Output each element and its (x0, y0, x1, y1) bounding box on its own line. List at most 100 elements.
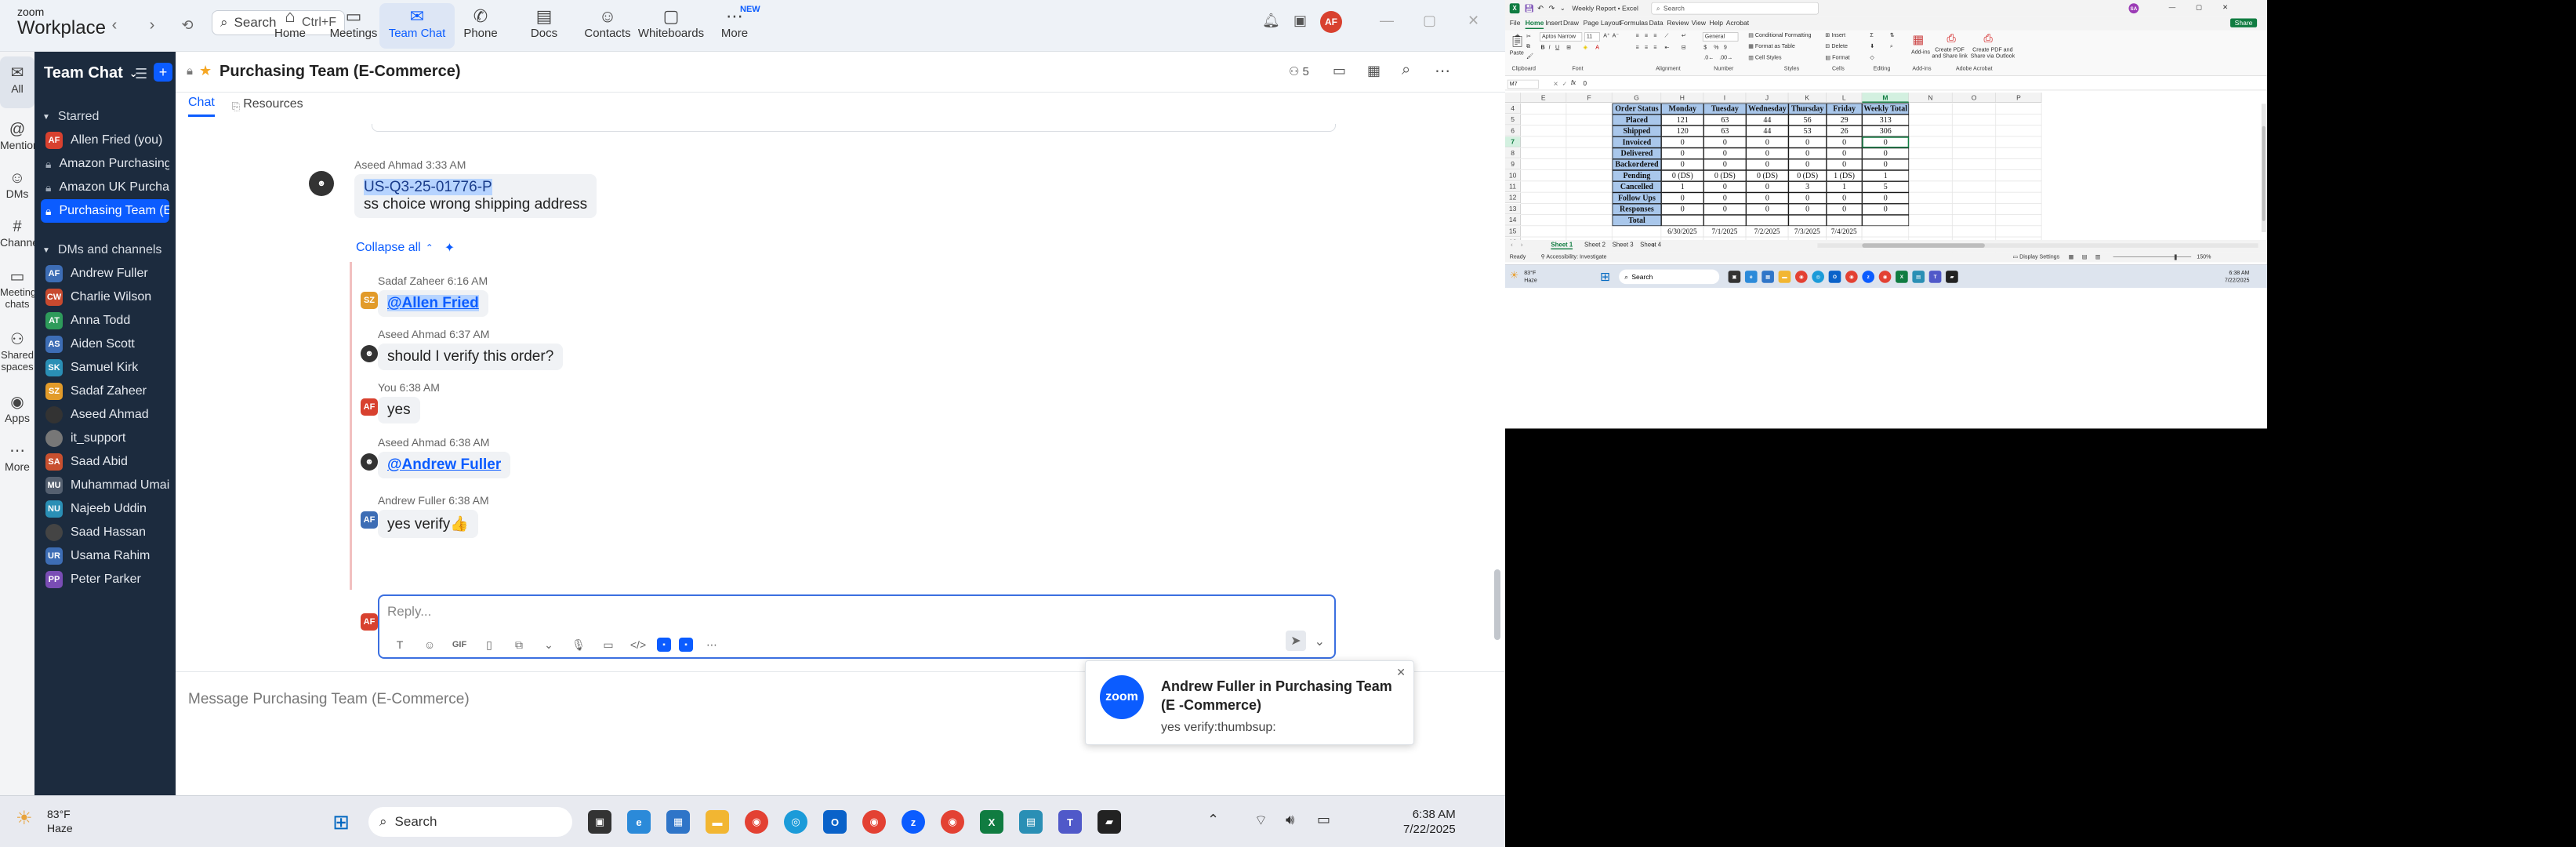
grid-cell[interactable] (1566, 214, 1613, 227)
zoom-level[interactable]: 150% (2197, 254, 2211, 260)
gif-icon[interactable]: GIF (448, 635, 470, 654)
maximize-icon[interactable]: ▢ (1423, 13, 1436, 29)
table-cell[interactable]: 313 (1862, 114, 1910, 126)
table-cell[interactable]: 0 (1746, 158, 1789, 171)
row-header[interactable]: 14 (1505, 214, 1521, 226)
grid-cell[interactable] (1520, 125, 1567, 137)
row-header[interactable]: 4 (1505, 103, 1521, 115)
grid-cell[interactable] (1909, 114, 1953, 126)
network-icon[interactable]: ⌔ (1254, 812, 1268, 830)
align-center-icon[interactable]: ≡ (1645, 45, 1648, 51)
table-cell[interactable]: 121 (1661, 114, 1704, 126)
column-header[interactable]: G (1612, 93, 1662, 103)
table-header-cell[interactable]: Thursday (1788, 103, 1827, 115)
table-cell[interactable]: 1 (1661, 181, 1704, 193)
table-header-cell[interactable]: Friday (1826, 103, 1863, 115)
teams-icon[interactable]: T (1058, 810, 1082, 834)
table-cell[interactable]: 0 (1826, 147, 1863, 159)
chrome-icon[interactable]: ◉ (1794, 271, 1808, 283)
sidebar-item-dm[interactable]: AT Anna Todd (41, 309, 169, 333)
grid-cell[interactable] (1952, 125, 1997, 137)
grid-cell[interactable] (1566, 181, 1613, 193)
table-cell[interactable]: 63 (1703, 125, 1747, 137)
taskview-icon[interactable]: ▣ (1728, 271, 1741, 283)
reply-input[interactable]: Reply... T ☺ GIF ▯ ⧉ ⌄ 🎙︎ ▭ </> ▪ ▪ ⋯ ➤ … (378, 594, 1336, 659)
battery-icon[interactable]: ▭ (1317, 812, 1330, 828)
grid-cell[interactable] (1862, 226, 1910, 238)
add-ins-button[interactable]: Add-ins (1911, 49, 1930, 56)
message-bubble[interactable]: yes (378, 397, 420, 424)
pdf-icon[interactable]: ⎙ (1947, 32, 1956, 45)
grid-cell[interactable] (1909, 125, 1953, 137)
format-as-table-button[interactable]: ▦ Format as Table (1748, 43, 1795, 49)
scrollbar[interactable] (1494, 569, 1500, 640)
more-dots-icon[interactable]: ⋯ (701, 635, 723, 654)
calculator-icon[interactable]: ▦ (1761, 271, 1774, 283)
grid-cell[interactable] (1952, 158, 1997, 171)
customize-icon[interactable]: ⌄ (1560, 4, 1566, 12)
windows-start-icon[interactable]: ⊞ (329, 810, 353, 834)
user-avatar[interactable]: AF (1320, 11, 1342, 33)
row-label-cell[interactable]: Pending (1612, 170, 1662, 182)
sort-filter-icon[interactable]: ⇅ (1890, 32, 1895, 38)
emoji-icon[interactable]: ☺ (419, 635, 441, 654)
row-label-cell[interactable]: Total (1612, 214, 1662, 227)
grid-cell[interactable] (1566, 147, 1613, 159)
mention-link[interactable]: @Andrew Fuller (387, 456, 501, 473)
table-cell[interactable]: 0 (1746, 147, 1789, 159)
file-explorer-icon[interactable]: ▬ (1778, 271, 1791, 283)
rail-meeting-chats[interactable]: ▭ Meeting chats (0, 267, 36, 310)
page-break-icon[interactable]: ▥ (2095, 254, 2101, 260)
row-label-cell[interactable]: Invoiced (1612, 136, 1662, 148)
wrap-text-icon[interactable]: ↵ (1682, 33, 1686, 39)
table-cell[interactable]: 26 (1826, 125, 1863, 137)
section-dms-channels[interactable]: ▼ DMs and channels (42, 243, 161, 257)
formula-input[interactable]: 0 (1584, 80, 1587, 87)
chrome-profile-2-icon[interactable]: ◉ (1878, 271, 1892, 283)
chrome-profile-icon[interactable]: ◉ (862, 810, 886, 834)
code-icon[interactable]: </> (627, 635, 649, 654)
ribbon-tab-home[interactable]: Home (1525, 19, 1544, 29)
table-cell[interactable]: 0 (DS) (1661, 170, 1704, 182)
ribbon-tab-view[interactable]: View (1692, 19, 1706, 27)
table-cell[interactable]: 56 (1788, 114, 1827, 126)
grid-cell[interactable] (1520, 226, 1567, 238)
table-cell[interactable]: 3 (1788, 181, 1827, 193)
close-icon[interactable]: ✕ (1468, 13, 1479, 29)
grid-cell[interactable] (1520, 103, 1567, 115)
column-header[interactable]: J (1746, 93, 1789, 103)
delete-cells-button[interactable]: ⊟ Delete (1825, 43, 1848, 49)
font-size-select[interactable]: 11 (1584, 32, 1600, 42)
sidebar-item-dm[interactable]: Saad Hassan (41, 521, 169, 544)
column-header[interactable]: N (1909, 93, 1953, 103)
create-pdf-outlook-button[interactable]: Create PDF and Share via Outlook (1970, 47, 2015, 60)
rail-channels[interactable]: # Channels (0, 218, 46, 249)
section-starred[interactable]: ▼ Starred (42, 110, 99, 124)
grid-cell[interactable] (1952, 226, 1997, 238)
bold-button[interactable]: B (1541, 45, 1545, 51)
grid-cell[interactable] (1909, 158, 1953, 171)
zoom-taskbar-icon[interactable]: z (902, 810, 925, 834)
next-sheet-icon[interactable]: › (1521, 242, 1523, 249)
sidebar-title[interactable]: Team Chat ⌄ (44, 64, 138, 82)
user-avatar[interactable]: SA (2128, 3, 2139, 14)
sheet-tab[interactable]: Sheet 2 (1584, 242, 1605, 249)
underline-button[interactable]: U (1555, 45, 1559, 51)
row-label-cell[interactable]: Cancelled (1612, 181, 1662, 193)
windows-start-icon[interactable]: ⊞ (1600, 270, 1610, 284)
table-cell[interactable]: 0 (1826, 158, 1863, 171)
table-cell[interactable]: 0 (1661, 158, 1704, 171)
table-cell[interactable]: 0 (1661, 147, 1704, 159)
teams-icon[interactable]: T (1928, 271, 1942, 283)
column-header[interactable]: I (1703, 93, 1747, 103)
italic-button[interactable]: I (1548, 45, 1550, 51)
clear-icon[interactable]: ◇ (1870, 55, 1874, 61)
chrome-icon[interactable]: ◉ (745, 810, 768, 834)
rail-more[interactable]: ⋯ More (0, 441, 34, 473)
table-cell[interactable]: 0 (1661, 203, 1704, 215)
row-label-cell[interactable]: Backordered (1612, 158, 1662, 171)
table-cell[interactable]: 1 (1862, 170, 1910, 182)
table-cell[interactable]: 5 (1862, 181, 1910, 193)
excel-icon[interactable]: X (980, 810, 1003, 834)
grid-cell[interactable] (1996, 192, 2042, 204)
